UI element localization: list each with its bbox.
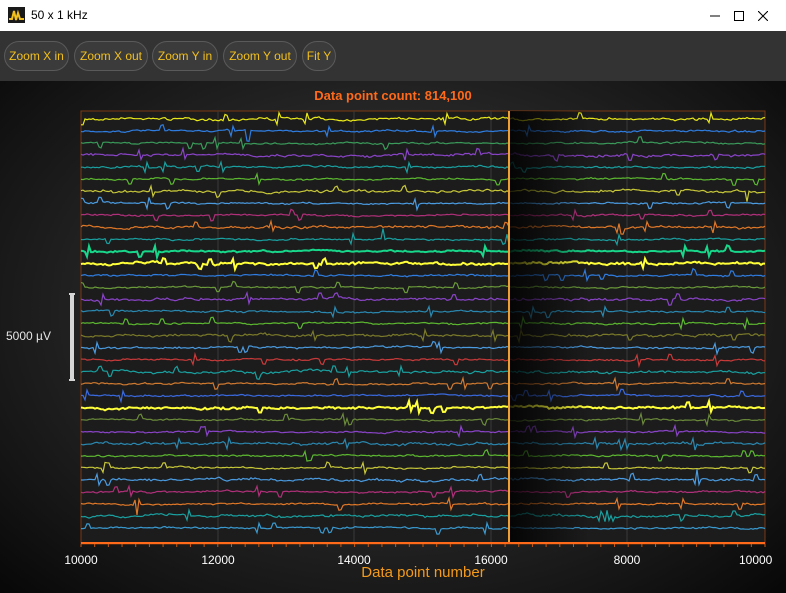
x-axis-title: Data point number: [361, 564, 485, 581]
toolbar: Zoom X in Zoom X out Zoom Y in Zoom Y ou…: [0, 31, 786, 81]
app-icon: [8, 7, 25, 23]
close-icon: [758, 10, 768, 21]
window-title: 50 x 1 kHz: [31, 8, 88, 22]
zoom-x-in-button[interactable]: Zoom X in: [4, 41, 69, 71]
traces-chart[interactable]: [0, 81, 786, 593]
zoom-x-out-button[interactable]: Zoom X out: [74, 41, 148, 71]
title-bar[interactable]: 50 x 1 kHz: [0, 0, 786, 31]
zoom-y-out-button[interactable]: Zoom Y out: [223, 41, 297, 71]
zoom-y-in-button[interactable]: Zoom Y in: [152, 41, 218, 71]
close-button[interactable]: [740, 0, 786, 31]
plot-area[interactable]: Data point count: 814,100 5000 µV 10000 …: [0, 81, 786, 593]
sweep-fade: [509, 111, 589, 544]
fit-y-button[interactable]: Fit Y: [302, 41, 336, 71]
app-window: 50 x 1 kHz Zoom X in Zoom X out Zoom Y i…: [0, 0, 786, 593]
